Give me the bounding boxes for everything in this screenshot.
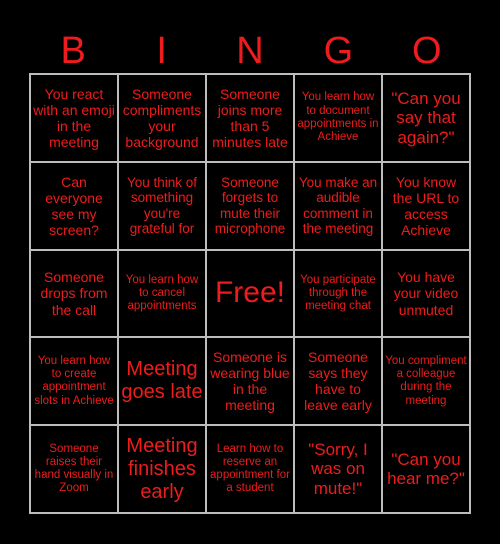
bingo-cell[interactable]: You participate through the meeting chat — [294, 249, 382, 338]
bingo-cell[interactable]: Someone says they have to leave early — [294, 337, 382, 426]
bingo-cell[interactable]: "Sorry, I was on mute!" — [294, 425, 382, 513]
bingo-cell[interactable]: You react with an emoji in the meeting — [30, 74, 118, 162]
bingo-cell[interactable]: You make an audible comment in the meeti… — [294, 161, 382, 250]
header-letter-n: N — [236, 30, 264, 72]
bingo-cell[interactable]: Learn how to reserve an appointment for … — [206, 425, 294, 513]
header-letter-b: B — [60, 30, 86, 72]
bingo-cell[interactable]: Someone forgets to mute their microphone — [206, 161, 294, 250]
bingo-cell[interactable]: Can everyone see my screen? — [30, 161, 118, 250]
bingo-cell[interactable]: Someone raises their hand visually in Zo… — [30, 425, 118, 513]
bingo-cell[interactable]: Meeting finishes early — [118, 425, 206, 513]
bingo-cell[interactable]: Someone compliments your background — [118, 74, 206, 162]
bingo-cell[interactable]: You compliment a colleague during the me… — [382, 337, 470, 426]
bingo-cell-free[interactable]: Free! — [206, 249, 294, 338]
header-letter-g: G — [323, 30, 354, 72]
bingo-cell[interactable]: Someone joins more than 5 minutes late — [206, 74, 294, 162]
header-letter-i: I — [156, 30, 167, 72]
bingo-board: You react with an emoji in the meeting S… — [29, 73, 471, 514]
bingo-cell[interactable]: You learn how to create appointment slot… — [30, 337, 118, 426]
bingo-cell[interactable]: You have your video unmuted — [382, 249, 470, 338]
header-letter-o: O — [412, 30, 442, 72]
bingo-cell[interactable]: You learn how to document appointments i… — [294, 74, 382, 162]
bingo-cell[interactable]: Someone drops from the call — [30, 249, 118, 338]
bingo-cell[interactable]: "Can you say that again?" — [382, 74, 470, 162]
bingo-cell[interactable]: You think of something you're grateful f… — [118, 161, 206, 250]
bingo-cell[interactable]: "Can you hear me?" — [382, 425, 470, 513]
bingo-header: B I N G O — [29, 30, 471, 72]
bingo-cell[interactable]: Meeting goes late — [118, 337, 206, 426]
bingo-cell[interactable]: Someone is wearing blue in the meeting — [206, 337, 294, 426]
bingo-cell[interactable]: You know the URL to access Achieve — [382, 161, 470, 250]
bingo-cell[interactable]: You learn how to cancel appointments — [118, 249, 206, 338]
